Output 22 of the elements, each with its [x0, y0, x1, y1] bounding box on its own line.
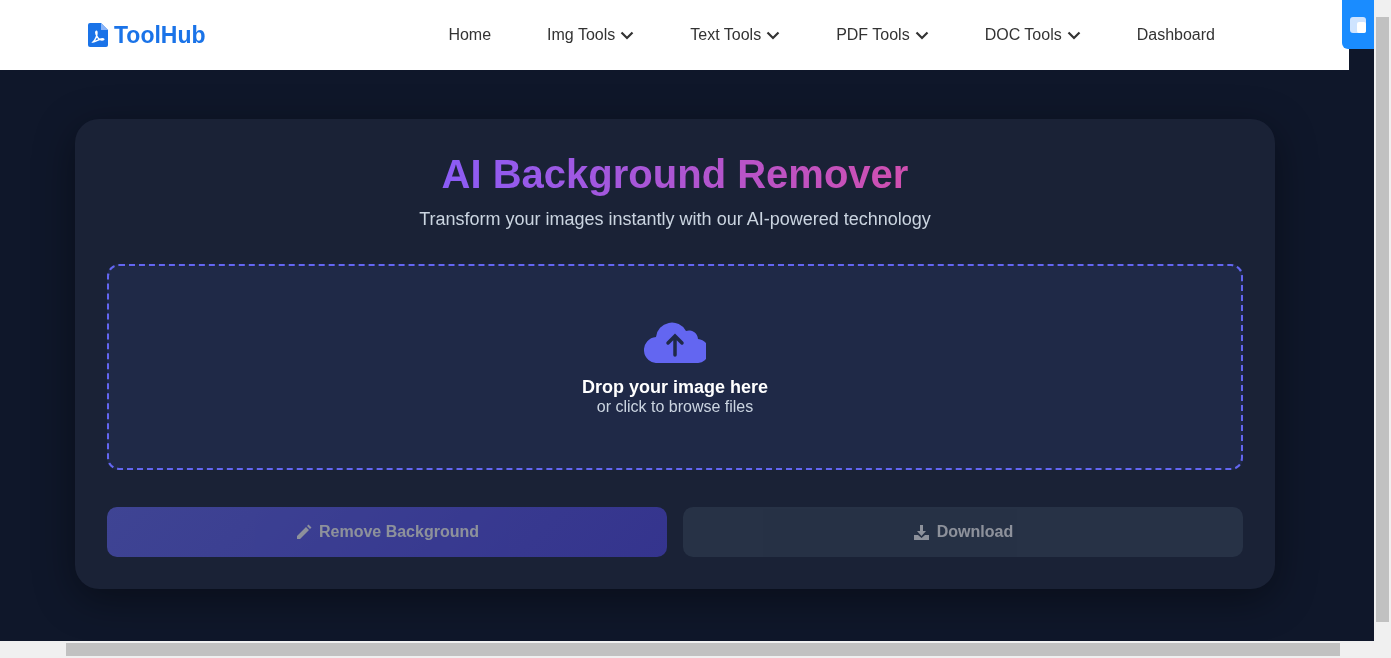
vertical-scrollbar[interactable] [1374, 0, 1391, 641]
nav-dropdown[interactable]: DOC Tools [956, 26, 1109, 44]
chevron-down-icon [620, 30, 635, 40]
dropzone-hint: or click to browse files [596, 397, 754, 416]
nav-dropdown[interactable]: Text Tools [662, 26, 809, 44]
horizontal-scrollbar[interactable] [0, 641, 1391, 658]
nav-dropdown[interactable]: Img Tools [519, 26, 663, 44]
subtitle: Transform your images instantly with our AI-powered technology [418, 209, 932, 230]
widget-icon [1349, 15, 1367, 34]
floating-widget-button[interactable] [1342, 0, 1374, 49]
upload-dropzone[interactable]: Drop your image here or click to browse files [107, 264, 1243, 470]
nav-link[interactable]: Dashboard [1108, 26, 1243, 44]
chevron-down-icon [914, 30, 929, 40]
chevron-down-icon [766, 30, 781, 40]
nav-link[interactable]: Home [420, 26, 520, 44]
logo-text[interactable]: ToolHub [114, 21, 206, 49]
download-icon [912, 523, 930, 541]
dropzone-heading: Drop your image here [581, 376, 768, 398]
pdf-file-icon [88, 23, 108, 47]
nav-dropdown[interactable]: PDF Tools [808, 26, 957, 44]
chevron-down-icon [1066, 30, 1081, 40]
pencil-icon [294, 523, 312, 541]
